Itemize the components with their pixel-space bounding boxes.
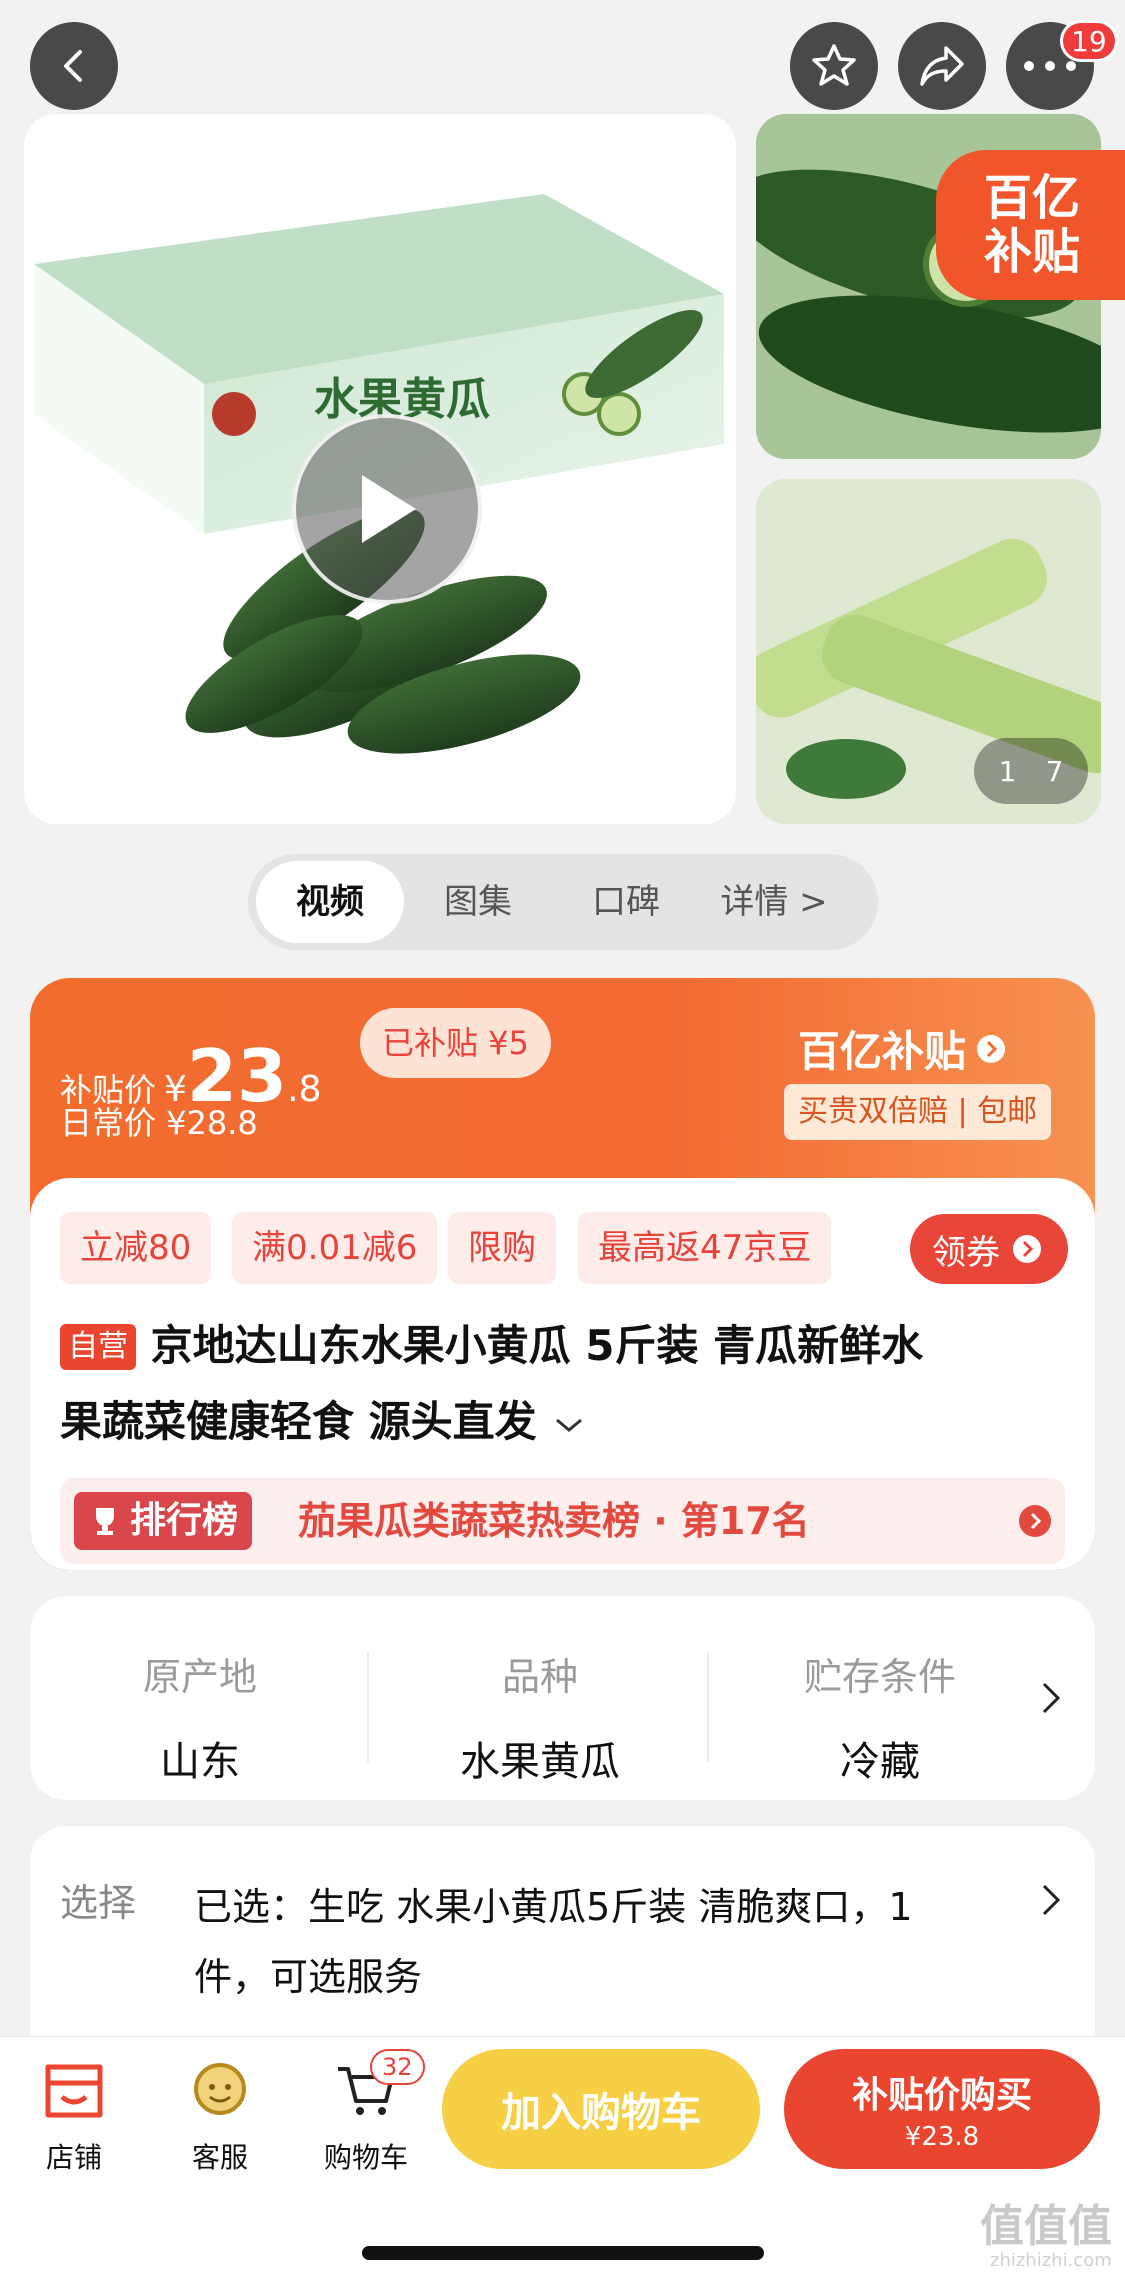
counter-total: 7: [1045, 754, 1064, 788]
media-tab-bar: 视频 图集 口碑 详情 >: [248, 854, 878, 950]
counter-current: 1: [998, 754, 1017, 788]
watermark-url: zhizhizhi.com: [990, 2250, 1112, 2271]
chevron-circle-icon: [1019, 1505, 1051, 1537]
watermark-logo: 值值值: [980, 2201, 1112, 2252]
ranking-badge-label: 排行榜: [130, 1500, 239, 1541]
play-icon: [362, 475, 416, 543]
promo-pill[interactable]: 限购: [448, 1212, 556, 1284]
chevron-right-icon: [1042, 1682, 1061, 1714]
back-button[interactable]: [30, 22, 118, 110]
promo-pill[interactable]: 最高返47京豆: [578, 1212, 832, 1284]
add-to-cart-button[interactable]: 加入购物车: [442, 2049, 760, 2169]
attributes-card[interactable]: 原产地 山东 品种 水果黄瓜 贮存条件 冷藏: [30, 1596, 1095, 1800]
attribute-origin: 原产地 山东: [30, 1646, 370, 1787]
ranking-text: 茄果瓜类蔬菜热卖榜 · 第17名: [298, 1499, 810, 1543]
self-operated-tag: 自营: [60, 1324, 136, 1370]
product-title-line1: 京地达山东水果小黄瓜 5斤装 青瓜新鲜水: [150, 1321, 924, 1370]
tab-video[interactable]: 视频: [256, 861, 404, 943]
ranking-bar[interactable]: 排行榜 茄果瓜类蔬菜热卖榜 · 第17名: [60, 1478, 1065, 1564]
product-title-line2: 果蔬菜健康轻食 源头直发: [60, 1397, 537, 1446]
buy-now-button[interactable]: 补贴价购买 ¥23.8: [784, 2049, 1100, 2169]
divider: [367, 1652, 369, 1762]
service-label: 客服: [191, 2141, 248, 2174]
home-indicator[interactable]: [362, 2246, 764, 2260]
regular-price: 日常价 ¥28.8: [60, 1104, 258, 1142]
promo-pill[interactable]: 满0.01减6: [232, 1212, 438, 1284]
attribute-storage: 贮存条件 冷藏: [710, 1646, 1050, 1787]
play-button[interactable]: [292, 414, 482, 604]
buy-label: 补贴价购买: [851, 2075, 1032, 2116]
star-icon: [812, 44, 856, 86]
attribute-value: 冷藏: [840, 1739, 920, 1785]
subsidy-tag-line1: 百亿: [984, 170, 1081, 226]
promo-pill[interactable]: 立减80: [60, 1212, 212, 1284]
guarantee-tag: 买贵双倍赔 | 包邮: [784, 1084, 1052, 1140]
attribute-label: 贮存条件: [803, 1655, 956, 1699]
tab-details[interactable]: 详情 >: [700, 861, 848, 943]
selection-card[interactable]: 选择 已选：生吃 水果小黄瓜5斤装 清脆爽口，1 件，可选服务: [30, 1826, 1095, 2046]
selection-text: 已选：生吃 水果小黄瓜5斤装 清脆爽口，1 件，可选服务: [194, 1872, 1014, 2012]
buy-price: ¥23.8: [904, 2122, 980, 2152]
customer-service-icon: [194, 2063, 246, 2115]
trophy-icon: [96, 1508, 114, 1535]
price-card: 补贴价 ¥ 23 .8 已补贴 ¥5 日常价 ¥28.8 百亿补贴 买贵双倍赔 …: [30, 978, 1095, 1570]
chevron-circle-icon: [977, 1034, 1006, 1063]
coupon-label: 领券: [932, 1232, 1000, 1273]
cart-label: 购物车: [323, 2141, 408, 2174]
store-button[interactable]: 店铺: [14, 2061, 134, 2176]
price-decimal: .8: [287, 1069, 322, 1110]
favorite-button[interactable]: [790, 22, 878, 110]
store-icon: [45, 2064, 103, 2118]
share-button[interactable]: [898, 22, 986, 110]
product-info: 立减80 满0.01减6 限购 最高返47京豆 领券 自营 京地达山东水果小黄瓜…: [30, 1178, 1095, 1570]
chevron-left-icon: [64, 50, 82, 82]
cart-count-badge: 32: [370, 2049, 425, 2085]
main-product-video[interactable]: 水果黄瓜: [24, 114, 736, 824]
chevron-right-icon: [1042, 1884, 1061, 1916]
product-title[interactable]: 自营 京地达山东水果小黄瓜 5斤装 青瓜新鲜水 果蔬菜健康轻食 源头直发: [60, 1308, 1070, 1460]
selection-line1: 已选：生吃 水果小黄瓜5斤装 清脆爽口，1: [194, 1885, 913, 1929]
tab-reviews[interactable]: 口碑: [552, 861, 700, 943]
brand-title: 百亿补贴: [798, 1027, 967, 1076]
image-counter: 1 7: [974, 738, 1088, 804]
share-icon: [920, 46, 964, 86]
notification-badge: 19: [1060, 20, 1118, 62]
store-label: 店铺: [45, 2141, 102, 2174]
divider: [707, 1652, 709, 1762]
attribute-variety: 品种 水果黄瓜: [370, 1646, 710, 1787]
chevron-down-icon[interactable]: [551, 1412, 587, 1436]
attribute-label: 品种: [501, 1655, 578, 1699]
attribute-value: 水果黄瓜: [460, 1739, 620, 1785]
chevron-circle-icon: [1013, 1235, 1041, 1263]
get-coupon-button[interactable]: 领券: [910, 1214, 1068, 1284]
subsidy-corner-tag: 百亿 补贴: [936, 150, 1125, 300]
attribute-label: 原产地: [142, 1655, 257, 1699]
subsidy-tag-line2: 补贴: [984, 224, 1081, 280]
ranking-badge: 排行榜: [74, 1492, 253, 1550]
selection-line2: 件，可选服务: [194, 1955, 423, 1999]
subsidy-brand-link[interactable]: 百亿补贴: [798, 1018, 1006, 1079]
subsidized-amount-pill: 已补贴 ¥5: [360, 1008, 551, 1078]
tab-gallery[interactable]: 图集: [404, 861, 552, 943]
selection-label: 选择: [60, 1881, 137, 1925]
more-dots-icon: [1024, 61, 1076, 71]
customer-service-button[interactable]: 客服: [160, 2061, 280, 2176]
attribute-value: 山东: [160, 1739, 240, 1785]
